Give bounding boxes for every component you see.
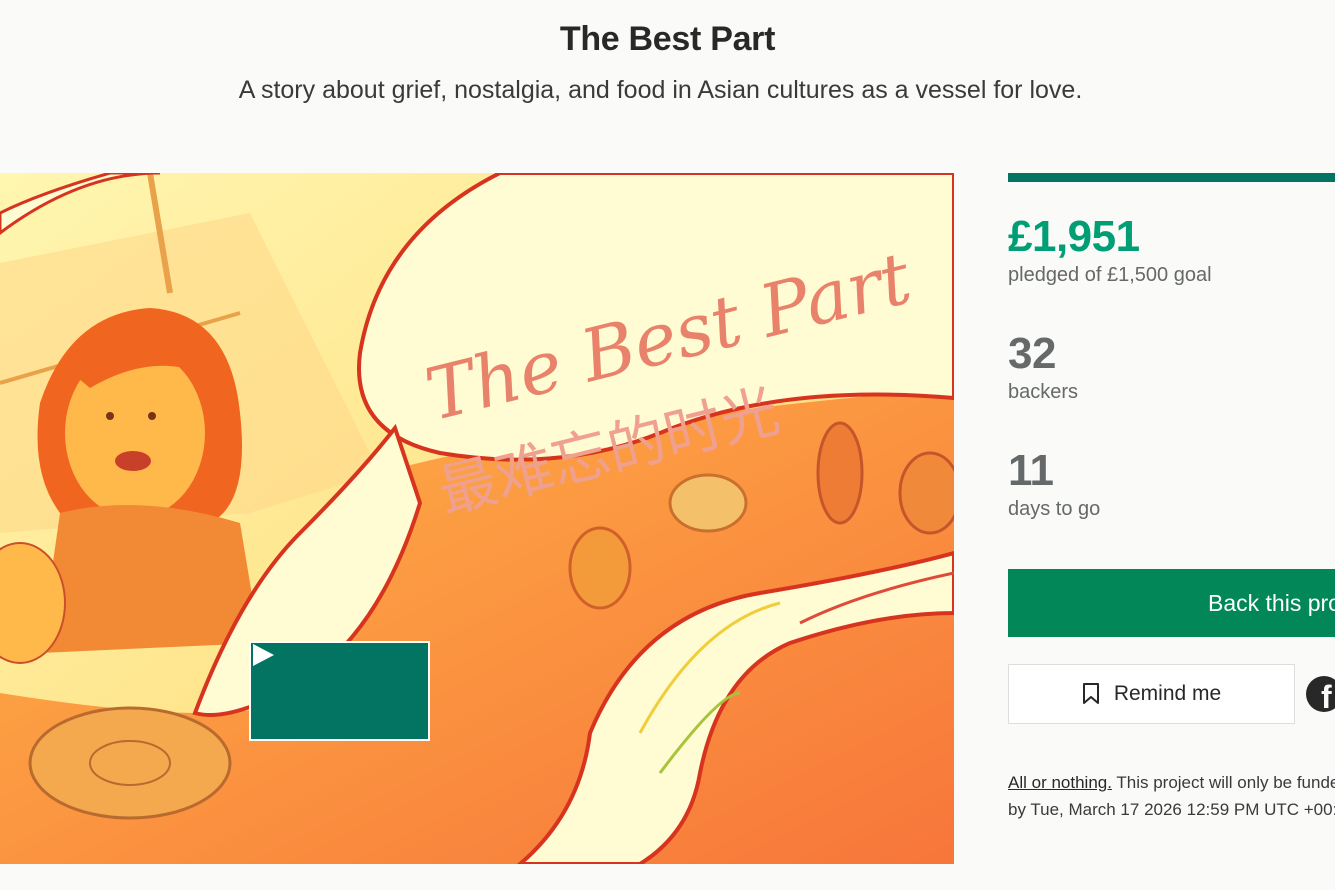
pledged-amount: £1,951 <box>1008 212 1140 261</box>
backers-label: backers <box>1008 381 1079 403</box>
remind-me-label: Remind me <box>1113 682 1222 705</box>
facebook-icon[interactable]: f <box>1306 676 1335 712</box>
all-or-nothing-link[interactable]: All or nothing. <box>1008 773 1112 792</box>
bookmark-icon <box>1082 683 1099 704</box>
play-video-button[interactable] <box>249 641 430 741</box>
backers-count: 32 <box>1008 329 1056 378</box>
days-to-go-label: days to go <box>1008 498 1101 520</box>
play-icon <box>253 644 274 666</box>
page-title: The Best Part <box>559 20 776 58</box>
funding-note-text: This project will only be funded if it r… <box>1116 773 1335 792</box>
project-blurb: A story about grief, nostalgia, and food… <box>238 76 1083 104</box>
back-project-label: Back this project <box>1208 589 1335 616</box>
back-project-button[interactable]: Back this project <box>1008 569 1335 637</box>
days-to-go-count: 11 <box>1008 446 1054 495</box>
funding-progress-fill <box>1008 173 1335 182</box>
project-video[interactable]: The Best Part 最难忘的时光 <box>0 173 954 864</box>
funding-deadline: by Tue, March 17 2026 12:59 PM UTC +00:0… <box>1008 800 1335 819</box>
funding-progress-bar <box>1008 173 1335 182</box>
funding-note: All or nothing. This project will only b… <box>1008 769 1335 823</box>
funding-note-line1: All or nothing. This project will only b… <box>1008 769 1335 796</box>
video-thumbnail-illustration: The Best Part 最难忘的时光 <box>0 173 954 864</box>
remind-me-button[interactable]: Remind me <box>1008 664 1295 724</box>
pledged-label: pledged of £1,500 goal <box>1008 264 1212 286</box>
